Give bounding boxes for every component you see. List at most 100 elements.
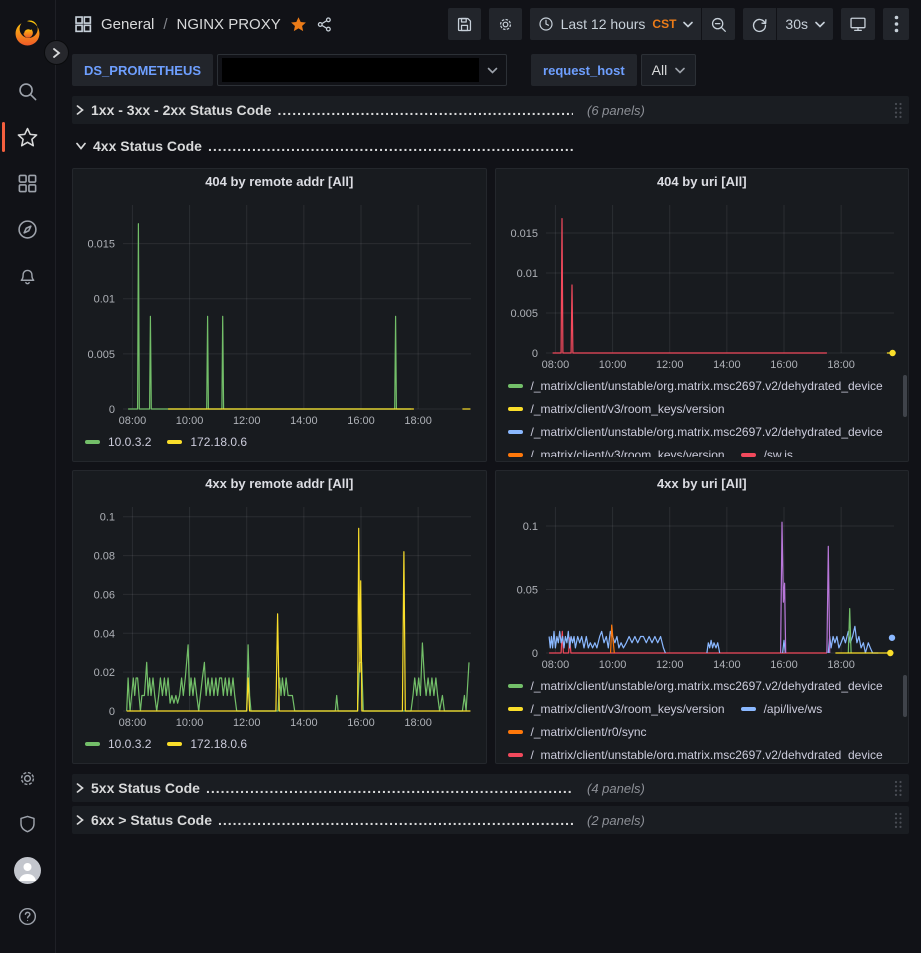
legend-item[interactable]: /_matrix/client/unstable/org.matrix.msc2… — [508, 745, 883, 759]
svg-text:08:00: 08:00 — [119, 717, 147, 729]
series-end-dot — [889, 350, 895, 356]
svg-text:0: 0 — [532, 348, 538, 360]
legend-label: /_matrix/client/v3/room_keys/version — [531, 702, 725, 716]
refresh-interval-picker[interactable]: 30s — [777, 8, 833, 40]
apps-grid-icon — [74, 15, 92, 33]
svg-text:0.01: 0.01 — [516, 268, 537, 280]
svg-text:0.04: 0.04 — [94, 628, 115, 640]
legend-item[interactable]: /_matrix/client/v3/room_keys/version — [508, 699, 725, 719]
row-6xx[interactable]: 6xx > Status Code ......................… — [72, 806, 909, 834]
sidebar-item-alerting[interactable] — [0, 252, 56, 298]
compass-icon — [17, 219, 38, 240]
svg-text:0.01: 0.01 — [94, 294, 115, 306]
panel-title[interactable]: 404 by remote addr [All] — [73, 169, 486, 195]
svg-text:10:00: 10:00 — [599, 359, 627, 371]
legend-item[interactable]: /_matrix/client/unstable/org.matrix.msc2… — [508, 422, 883, 442]
variable-label-ds-prometheus[interactable]: DS_PROMETHEUS — [72, 54, 213, 86]
series-line — [552, 219, 826, 353]
sidebar-item-configuration[interactable] — [0, 755, 56, 801]
sidebar-item-profile[interactable] — [0, 847, 56, 893]
row-drag-handle-icon[interactable] — [893, 812, 903, 829]
legend-item[interactable]: 172.18.0.6 — [167, 734, 247, 754]
panel-plot-area[interactable]: 00.0050.010.01508:0010:0012:0014:0016:00… — [77, 195, 481, 429]
legend-swatch — [85, 742, 100, 746]
share-icon[interactable] — [316, 16, 333, 33]
sidebar-expand-button[interactable] — [44, 40, 69, 65]
legend-label: /_matrix/client/unstable/org.matrix.msc2… — [531, 679, 883, 693]
chevron-right-icon — [76, 783, 84, 793]
clock-icon — [538, 16, 554, 32]
legend-item[interactable]: /_matrix/client/r0/sync — [508, 722, 647, 742]
search-icon — [17, 81, 38, 102]
svg-text:14:00: 14:00 — [290, 415, 318, 427]
dashboard-settings-button[interactable] — [489, 8, 522, 40]
variable-request-host-select[interactable]: All — [641, 54, 697, 86]
legend-item[interactable]: /api/live/ws — [741, 699, 823, 719]
series-line — [549, 631, 665, 653]
legend-item[interactable]: 10.0.3.2 — [85, 432, 151, 452]
sidebar-item-help[interactable] — [0, 893, 56, 939]
svg-text:0.08: 0.08 — [94, 551, 115, 563]
legend-item[interactable]: /_matrix/client/unstable/org.matrix.msc2… — [508, 376, 883, 396]
svg-text:0: 0 — [109, 404, 115, 416]
time-range-picker[interactable]: Last 12 hours CST — [530, 8, 702, 40]
legend-item[interactable]: /sw.js — [741, 445, 793, 457]
row-drag-handle-icon[interactable] — [893, 102, 903, 119]
variable-ds-prometheus-select[interactable] — [217, 54, 507, 86]
svg-text:14:00: 14:00 — [713, 359, 741, 371]
legend-scrollbar[interactable] — [903, 375, 907, 417]
chevron-down-icon — [76, 142, 86, 150]
refresh-interval-label: 30s — [785, 16, 808, 32]
series-end-dot — [887, 650, 893, 656]
kiosk-mode-button[interactable] — [841, 8, 875, 40]
row-leader-dots: ........................................… — [278, 102, 573, 118]
sidebar-item-explore[interactable] — [0, 206, 56, 252]
breadcrumb-folder[interactable]: General — [101, 16, 154, 33]
panel-title[interactable]: 4xx by remote addr [All] — [73, 471, 486, 497]
sidebar-item-starred[interactable] — [0, 114, 56, 160]
breadcrumb-dashboard-title[interactable]: NGINX PROXY — [177, 16, 281, 33]
legend-item[interactable]: /_matrix/client/v3/room_keys/version — [508, 399, 725, 419]
sidebar — [0, 0, 56, 953]
legend-item[interactable]: /_matrix/client/v3/room_keys/version — [508, 445, 725, 457]
panel-plot-area[interactable]: 00.020.040.060.080.108:0010:0012:0014:00… — [77, 497, 481, 731]
panel-title[interactable]: 4xx by uri [All] — [496, 471, 909, 497]
legend-item[interactable]: 10.0.3.2 — [85, 734, 151, 754]
row-4xx[interactable]: 4xx Status Code ........................… — [72, 132, 909, 160]
variable-label-request-host[interactable]: request_host — [531, 54, 637, 86]
row-1xx-3xx-2xx[interactable]: 1xx - 3xx - 2xx Status Code ............… — [72, 96, 909, 124]
series-line — [828, 626, 878, 653]
timeseries-panel: 404 by uri [All] 00.0050.010.01508:0010:… — [495, 168, 910, 462]
legend-scrollbar[interactable] — [903, 675, 907, 717]
favorite-star-icon[interactable] — [290, 16, 307, 33]
svg-text:08:00: 08:00 — [119, 415, 147, 427]
save-dashboard-button[interactable] — [448, 8, 481, 40]
sidebar-item-dashboards[interactable] — [0, 160, 56, 206]
help-icon — [17, 906, 38, 927]
panel-legend: 10.0.3.2 172.18.0.6 — [73, 731, 486, 761]
sidebar-item-server-admin[interactable] — [0, 801, 56, 847]
dashboard-canvas: 1xx - 3xx - 2xx Status Code ............… — [56, 92, 921, 834]
zoom-out-time-button[interactable] — [702, 8, 735, 40]
row-drag-handle-icon[interactable] — [893, 780, 903, 797]
legend-label: 10.0.3.2 — [108, 435, 151, 449]
panel-plot-area[interactable]: 00.050.108:0010:0012:0014:0016:0018:00 — [500, 497, 904, 673]
person-icon — [14, 857, 41, 884]
sidebar-item-search[interactable] — [0, 68, 56, 114]
legend-swatch — [508, 430, 523, 434]
bell-icon — [17, 265, 38, 286]
refresh-button[interactable] — [743, 8, 776, 40]
time-range-label: Last 12 hours — [561, 16, 646, 32]
legend-item[interactable]: 172.18.0.6 — [167, 432, 247, 452]
monitor-icon — [849, 15, 867, 33]
legend-item[interactable]: /_matrix/client/unstable/org.matrix.msc2… — [508, 676, 883, 696]
avatar — [14, 857, 41, 884]
more-options-button[interactable] — [883, 8, 909, 40]
panel-title[interactable]: 404 by uri [All] — [496, 169, 909, 195]
row-5xx[interactable]: 5xx Status Code ........................… — [72, 774, 909, 802]
panel-plot-area[interactable]: 00.0050.010.01508:0010:0012:0014:0016:00… — [500, 195, 904, 373]
refresh-controls: 30s — [743, 8, 833, 40]
svg-text:16:00: 16:00 — [770, 659, 798, 671]
legend-label: /_matrix/client/v3/room_keys/version — [531, 448, 725, 457]
svg-text:16:00: 16:00 — [347, 415, 375, 427]
